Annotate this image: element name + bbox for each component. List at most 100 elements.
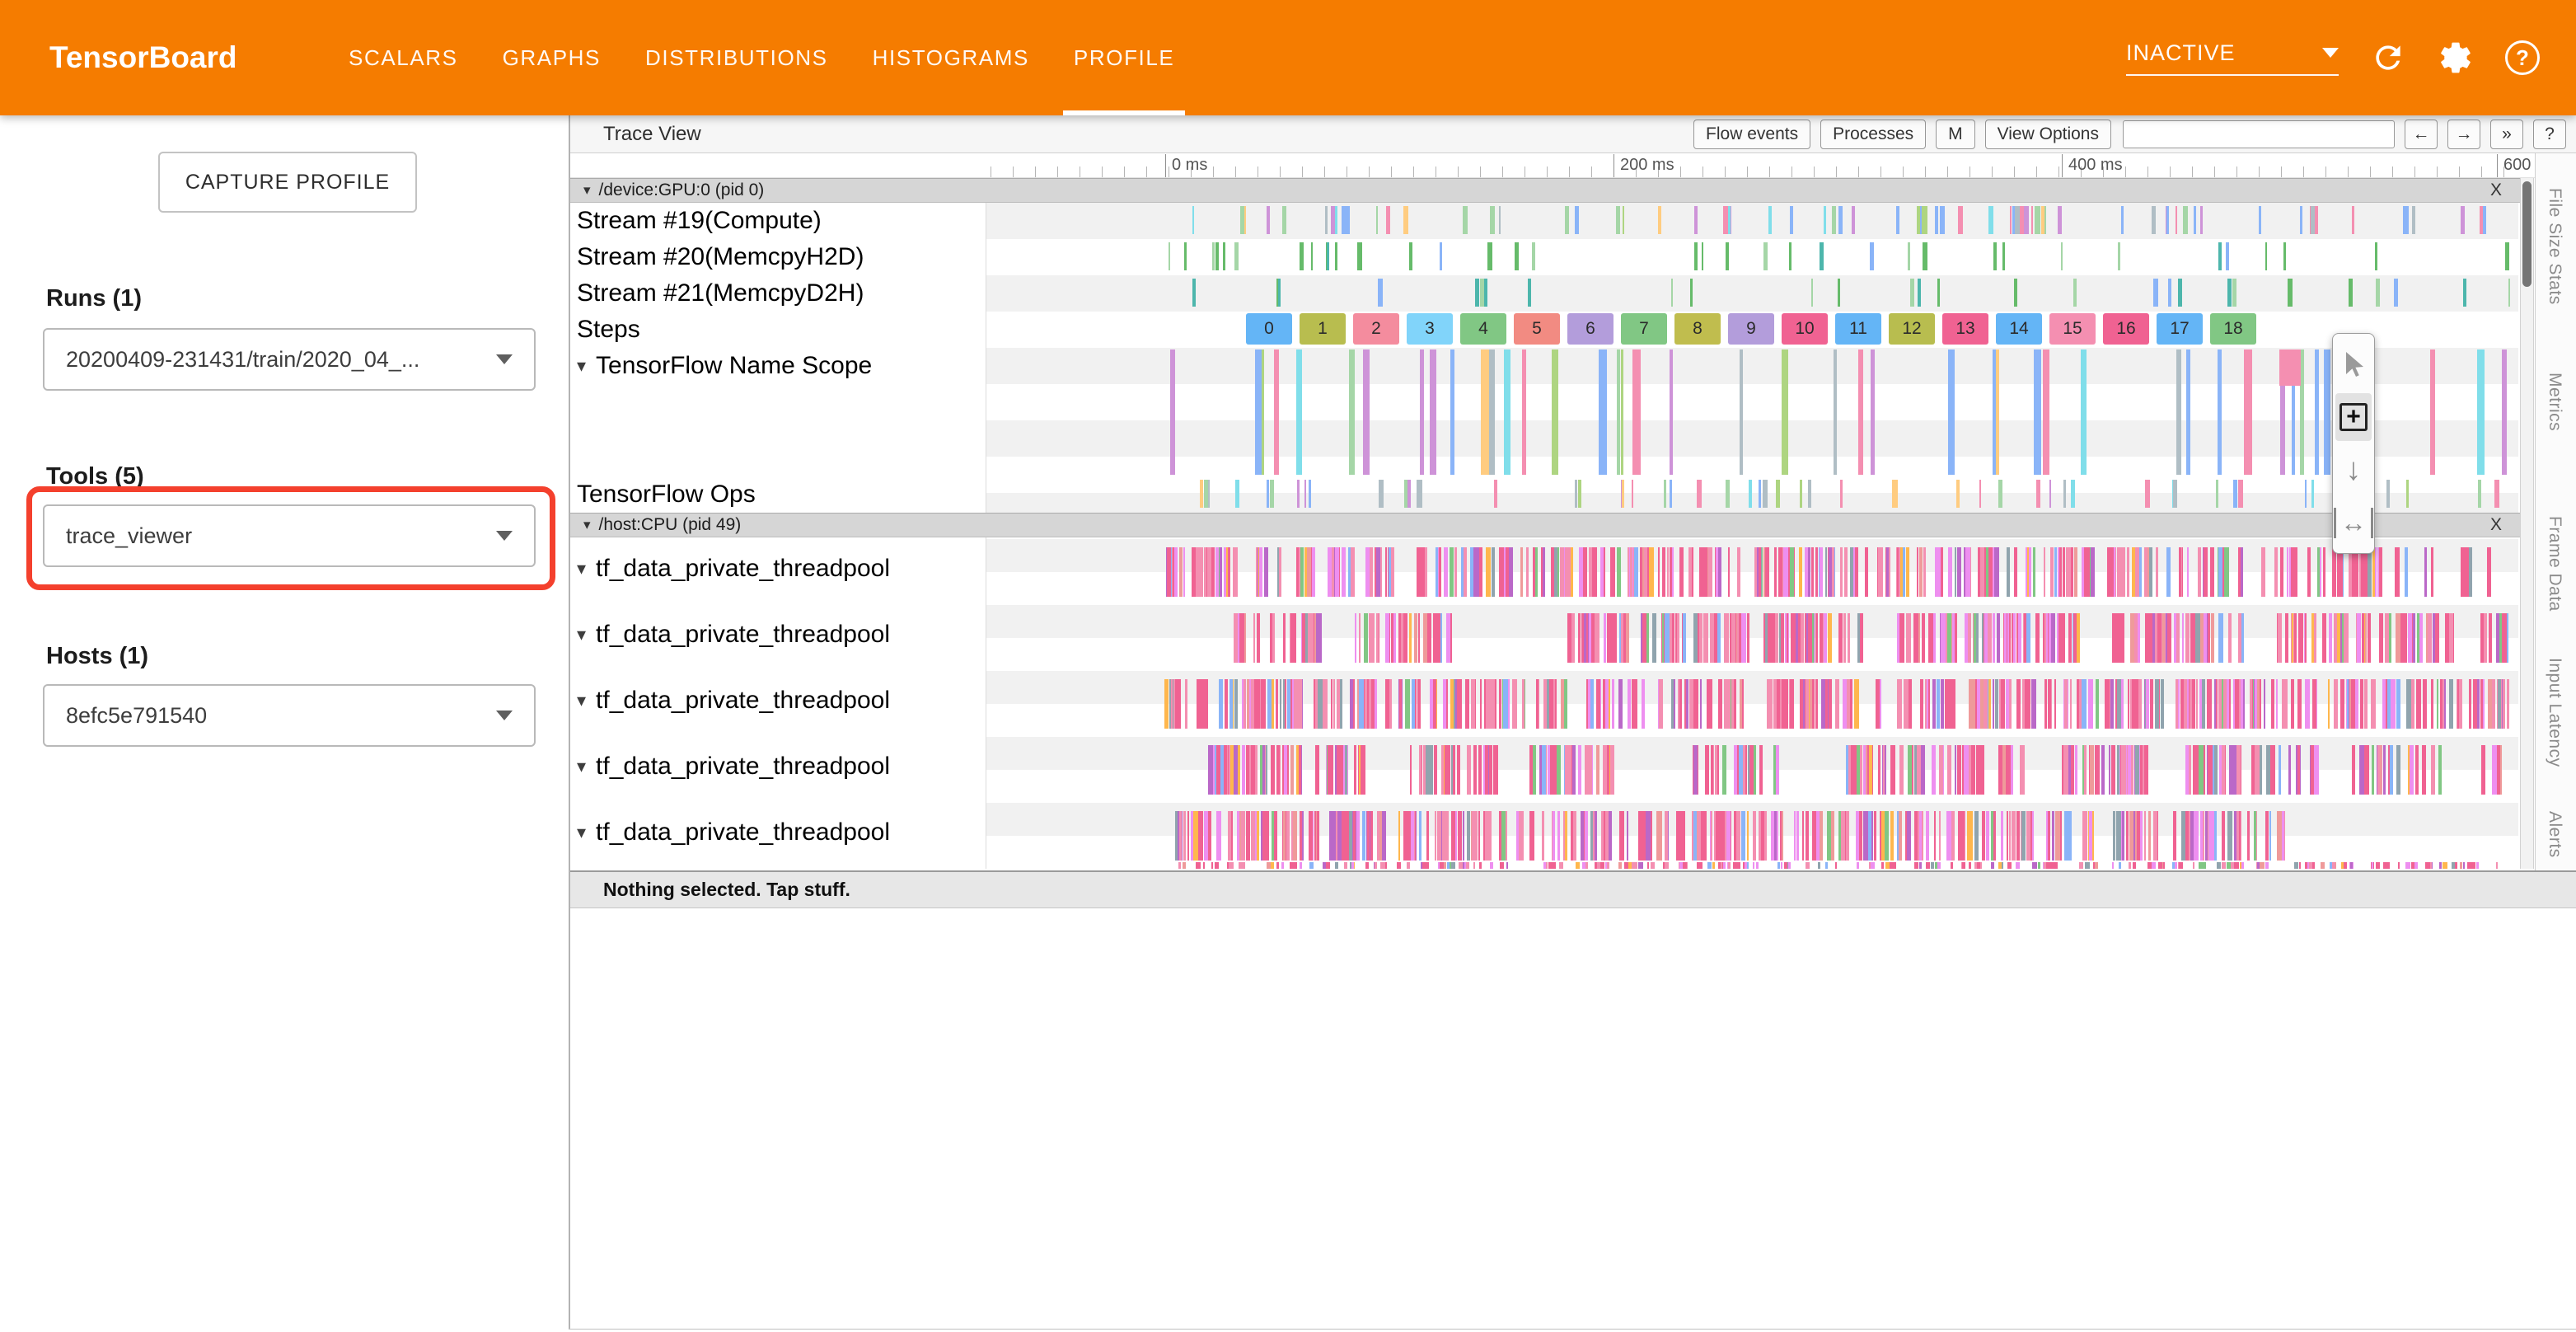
- trace-event: [1810, 679, 1812, 729]
- trace-event: [1651, 811, 1652, 861]
- trace-event: [1790, 679, 1794, 729]
- step-block[interactable]: 12: [1889, 313, 1935, 345]
- trace-event: [2182, 613, 2184, 663]
- track-label[interactable]: ▾tf_data_private_threadpool: [577, 617, 890, 653]
- trace-event: [1774, 811, 1777, 861]
- trace-event: [2379, 613, 2381, 663]
- step-block[interactable]: 18: [2210, 313, 2256, 345]
- trace-event: [1385, 613, 1389, 663]
- step-block[interactable]: 14: [1996, 313, 2042, 345]
- ruler-tick: [2481, 166, 2482, 177]
- trace-event: [1630, 547, 1632, 597]
- trace-event: [1235, 547, 1237, 597]
- view-options-button[interactable]: View Options: [1985, 120, 2111, 149]
- hosts-select[interactable]: 8efc5e791540: [43, 684, 536, 747]
- trace-event: [2179, 862, 2184, 869]
- trace-event: [1595, 811, 1597, 861]
- side-tab-input-latency[interactable]: Input Latency: [2545, 658, 2564, 767]
- trace-event: [1533, 745, 1536, 795]
- step-block[interactable]: 9: [1728, 313, 1774, 345]
- step-block[interactable]: 1: [1300, 313, 1346, 345]
- tab-histograms[interactable]: HISTOGRAMS: [850, 0, 1051, 115]
- track-label[interactable]: ▾tf_data_private_threadpool: [577, 551, 890, 587]
- trace-event: [1632, 480, 1633, 508]
- gpu-section-header[interactable]: ▾ /device:GPU:0 (pid 0) X: [570, 178, 2520, 203]
- step-block[interactable]: 10: [1782, 313, 1828, 345]
- ruler-tick: [2058, 166, 2059, 177]
- step-block[interactable]: 3: [1407, 313, 1453, 345]
- trace-event: [2044, 206, 2046, 234]
- side-tab-alerts[interactable]: Alerts: [2545, 811, 2564, 858]
- capture-profile-button[interactable]: CAPTURE PROFILE: [158, 152, 417, 213]
- gear-icon[interactable]: [2438, 40, 2474, 76]
- step-block[interactable]: 4: [1460, 313, 1506, 345]
- step-block[interactable]: 5: [1514, 313, 1560, 345]
- trace-search-input[interactable]: [2123, 120, 2395, 148]
- collapse-caret-icon: ▾: [577, 558, 586, 579]
- step-block[interactable]: 15: [2049, 313, 2096, 345]
- metrics-toggle-button[interactable]: M: [1936, 120, 1975, 149]
- timing-tool-button[interactable]: ↔: [2335, 499, 2372, 546]
- tools-select[interactable]: trace_viewer: [43, 504, 536, 567]
- status-select[interactable]: INACTIVE: [2126, 40, 2339, 76]
- step-block[interactable]: 16: [2103, 313, 2149, 345]
- trace-event: [2064, 811, 2069, 861]
- cpu-section-header[interactable]: ▾ /host:CPU (pid 49) X: [570, 513, 2520, 537]
- tab-profile[interactable]: PROFILE: [1051, 0, 1197, 115]
- step-block[interactable]: 11: [1835, 313, 1881, 345]
- step-block[interactable]: 8: [1674, 313, 1721, 345]
- runs-select[interactable]: 20200409-231431/train/2020_04_...: [43, 328, 536, 391]
- track-label[interactable]: ▾tf_data_private_threadpool: [577, 748, 890, 785]
- trace-event: [1557, 745, 1561, 795]
- step-block[interactable]: 2: [1353, 313, 1399, 345]
- trace-event: [1922, 811, 1924, 861]
- trace-event: [1246, 811, 1250, 861]
- trace-event: [1960, 547, 1962, 597]
- side-tab-metrics[interactable]: Metrics: [2545, 373, 2564, 431]
- tab-distributions[interactable]: DISTRIBUTIONS: [623, 0, 850, 115]
- nav-right-button[interactable]: →: [2447, 120, 2480, 149]
- processes-button[interactable]: Processes: [1820, 120, 1926, 149]
- trace-event: [1705, 745, 1709, 795]
- trace-event: [2298, 613, 2303, 663]
- trace-event: [2288, 279, 2293, 307]
- trace-event: [1693, 679, 1698, 729]
- flow-events-button[interactable]: Flow events: [1693, 120, 1810, 149]
- trace-event: [1512, 679, 1515, 729]
- trace-event: [1337, 811, 1342, 861]
- plus-icon: +: [2339, 403, 2368, 431]
- step-block[interactable]: 6: [1567, 313, 1614, 345]
- vertical-scrollbar[interactable]: [2520, 178, 2534, 869]
- cpu-section-close-button[interactable]: X: [2485, 515, 2507, 535]
- trace-help-button[interactable]: ?: [2533, 120, 2566, 149]
- track-label[interactable]: ▾tf_data_private_threadpool: [577, 814, 890, 851]
- step-block[interactable]: 7: [1621, 313, 1667, 345]
- zoom-buttons[interactable]: »: [2490, 120, 2523, 149]
- trace-event: [1296, 547, 1300, 597]
- trace-event: [2247, 811, 2250, 861]
- selection-tool-button[interactable]: [2335, 340, 2372, 388]
- gpu-section-close-button[interactable]: X: [2485, 181, 2507, 200]
- track-label[interactable]: ▾tf_data_private_threadpool: [577, 682, 890, 719]
- scrollbar-thumb[interactable]: [2522, 181, 2532, 287]
- side-tab-frame-data[interactable]: Frame Data: [2545, 516, 2564, 612]
- tab-scalars[interactable]: SCALARS: [326, 0, 480, 115]
- step-block[interactable]: 0: [1246, 313, 1292, 345]
- trace-event: [1543, 862, 1546, 869]
- trace-event: [1300, 242, 1304, 270]
- trace-event: [2364, 745, 2369, 795]
- row-stripe: [986, 203, 2518, 239]
- help-icon[interactable]: ?: [2505, 40, 2540, 75]
- track-label[interactable]: ▾TensorFlow Name Scope: [577, 348, 872, 384]
- nav-left-button[interactable]: ←: [2405, 120, 2438, 149]
- zoom-tool-button[interactable]: ↓: [2335, 446, 2372, 494]
- pan-tool-button[interactable]: +: [2335, 393, 2372, 441]
- trace-event: [2245, 349, 2252, 475]
- trace-event: [1734, 679, 1736, 729]
- tab-graphs[interactable]: GRAPHS: [480, 0, 623, 115]
- side-tab-file-size-stats[interactable]: File Size Stats: [2545, 188, 2564, 305]
- step-block[interactable]: 13: [1942, 313, 1988, 345]
- step-block[interactable]: 17: [2157, 313, 2203, 345]
- trace-event: [1618, 679, 1623, 729]
- refresh-icon[interactable]: [2370, 40, 2406, 76]
